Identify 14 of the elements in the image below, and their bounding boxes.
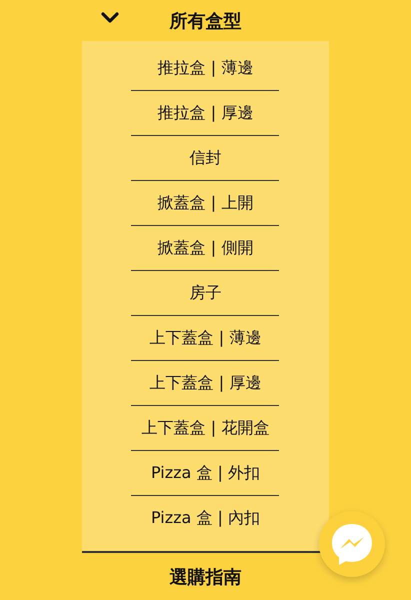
submenu-item[interactable]: 推拉盒 | 厚邊 <box>158 103 254 124</box>
submenu-item[interactable]: Pizza 盒 | 內扣 <box>151 508 260 529</box>
menu-title[interactable]: 所有盒型 <box>170 8 242 32</box>
submenu-item[interactable]: 信封 <box>190 148 222 169</box>
submenu-item[interactable]: 上下蓋盒 | 花開盒 <box>142 418 270 439</box>
submenu-item[interactable]: 房子 <box>190 283 222 304</box>
submenu-item[interactable]: 掀蓋盒 | 上開 <box>158 193 254 214</box>
submenu-item[interactable]: 上下蓋盒 | 薄邊 <box>150 328 262 349</box>
chevron-icon[interactable] <box>101 12 119 24</box>
menu-title[interactable]: 選購指南 <box>170 564 242 588</box>
submenu-item[interactable]: 上下蓋盒 | 厚邊 <box>150 373 262 394</box>
submenu-item[interactable]: 推拉盒 | 薄邊 <box>158 58 254 79</box>
submenu-item[interactable]: 掀蓋盒 | 側開 <box>158 238 254 259</box>
submenu-item[interactable]: Pizza 盒 | 外扣 <box>151 463 260 484</box>
